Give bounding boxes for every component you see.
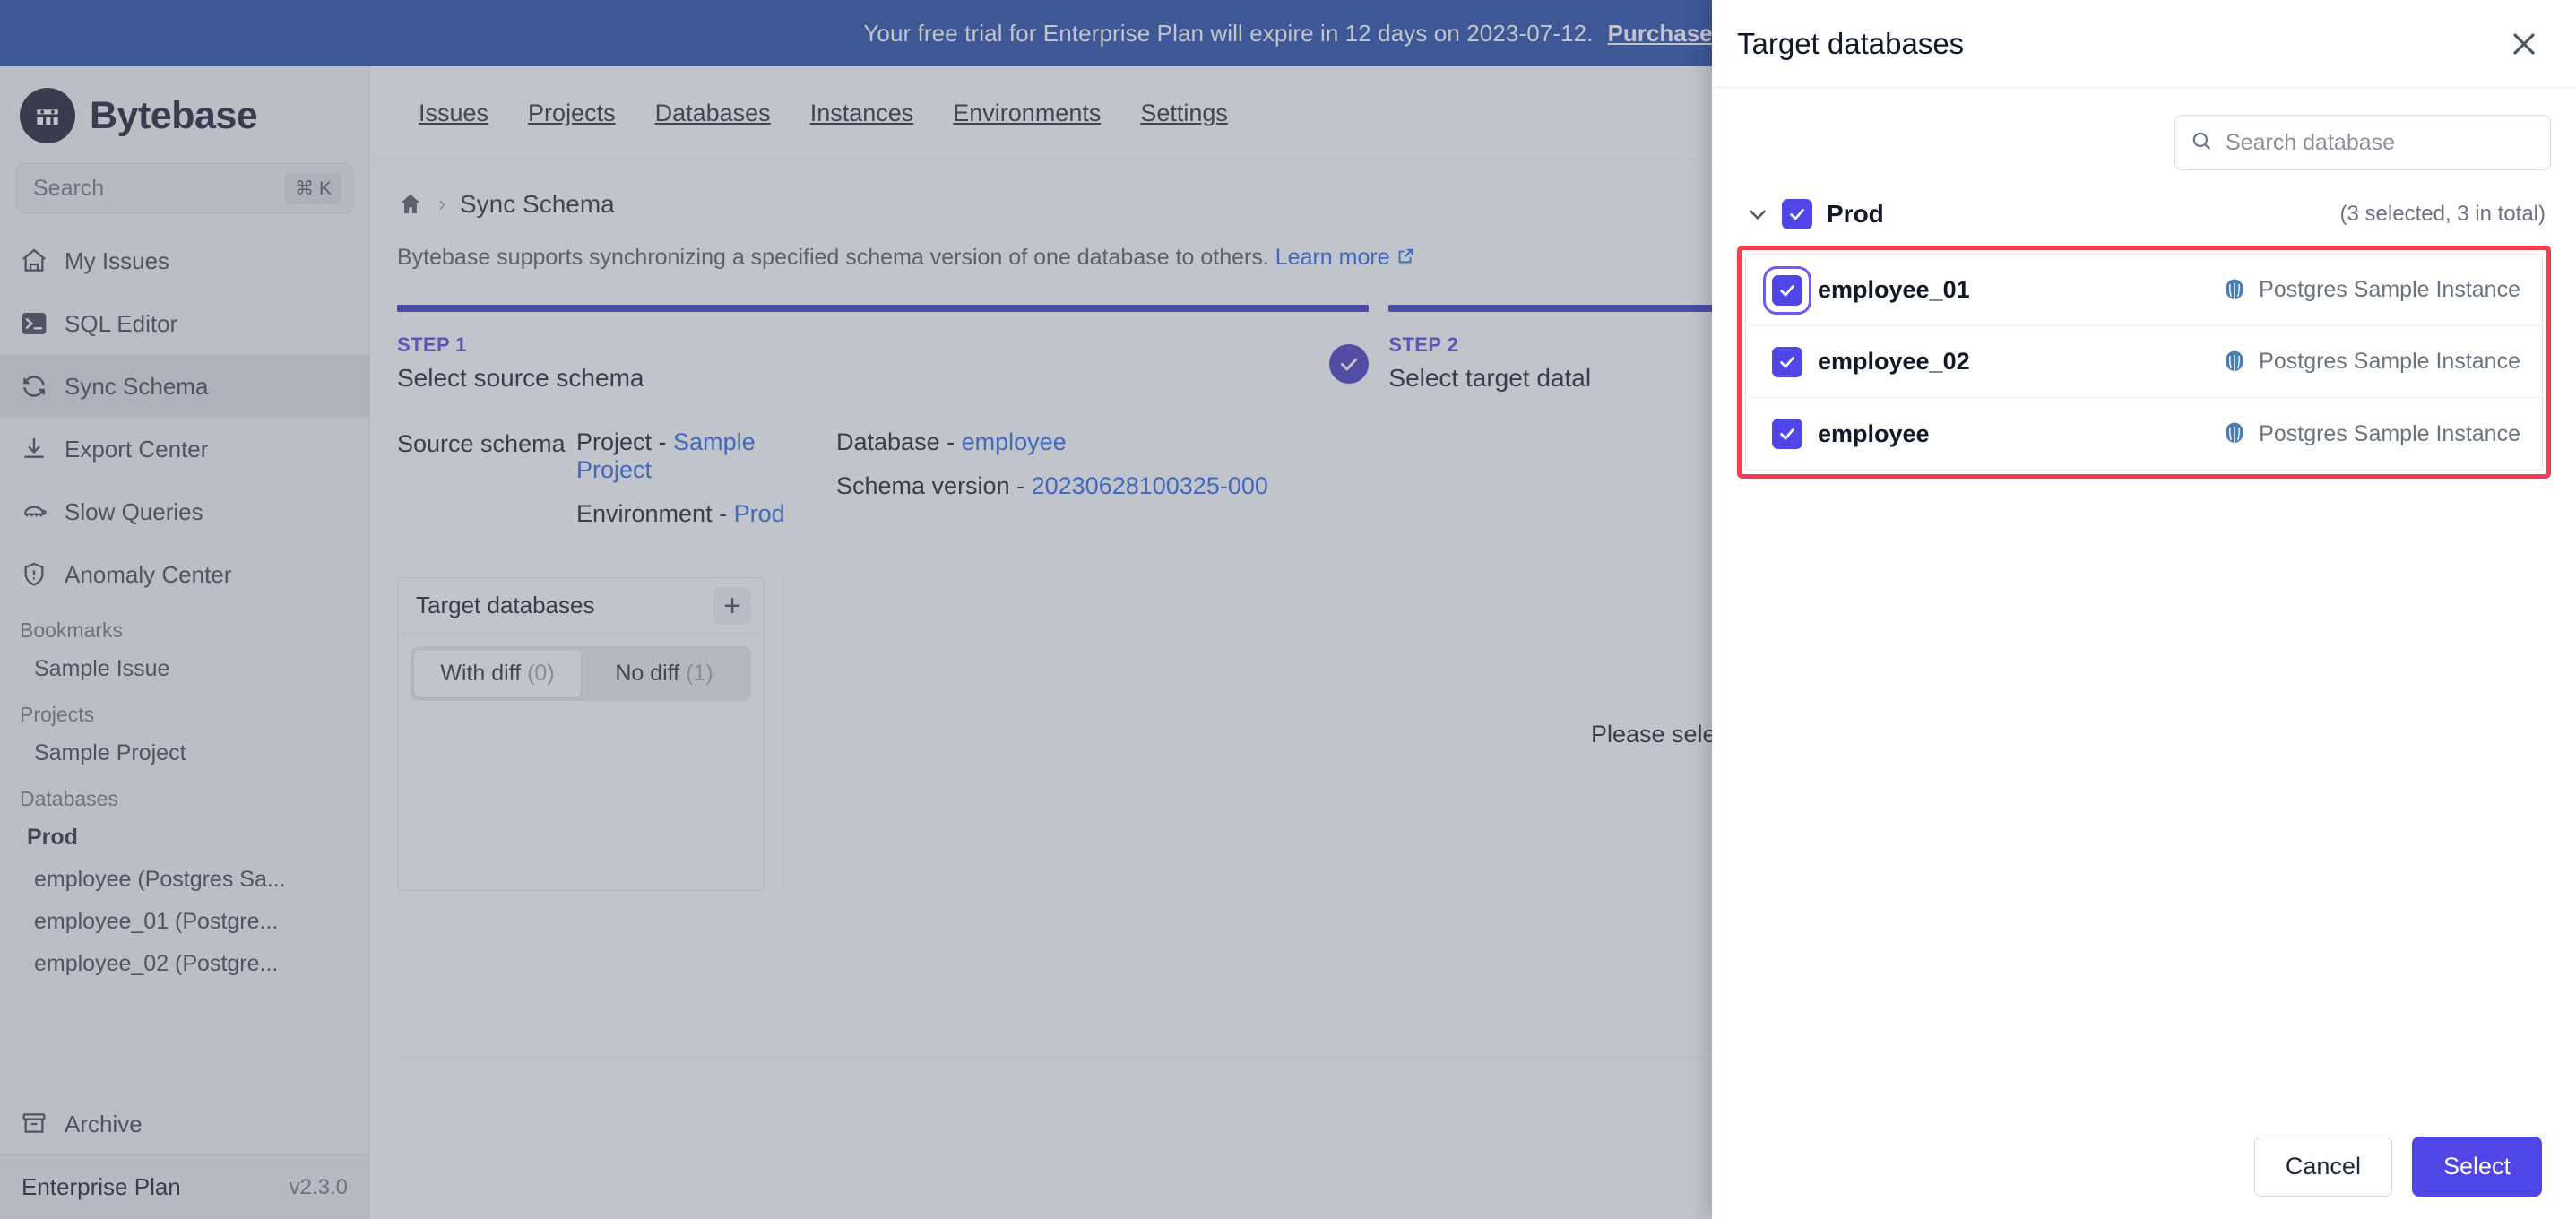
environment-group-row[interactable]: Prod (3 selected, 3 in total) xyxy=(1737,199,2551,229)
database-instance-name: Postgres Sample Instance xyxy=(2259,420,2520,446)
environment-checkbox[interactable] xyxy=(1782,199,1812,229)
table-row[interactable]: employee Postgres Sample Instance xyxy=(1746,398,2542,470)
database-checkbox-wrapper[interactable] xyxy=(1766,412,1809,455)
target-databases-drawer: Target databases Prod (3 selected, 3 in … xyxy=(1712,0,2576,1219)
database-name: employee_01 xyxy=(1818,276,1970,303)
database-checkbox[interactable] xyxy=(1772,274,1802,306)
database-search[interactable] xyxy=(2174,115,2551,170)
database-name: employee_02 xyxy=(1818,348,1970,375)
search-input[interactable] xyxy=(2226,129,2536,156)
database-list-highlight: employee_01 Postgres Sample Instance emp… xyxy=(1737,246,2551,479)
drawer-header: Target databases xyxy=(1712,0,2576,88)
postgres-icon xyxy=(2221,277,2248,304)
drawer-title: Target databases xyxy=(1737,26,1965,60)
cancel-button[interactable]: Cancel xyxy=(2253,1136,2392,1197)
database-checkbox-wrapper[interactable] xyxy=(1766,269,1809,312)
environment-selection-count: (3 selected, 3 in total) xyxy=(2339,202,2546,226)
environment-name: Prod xyxy=(1827,200,1884,228)
postgres-icon xyxy=(2221,420,2248,447)
database-checkbox[interactable] xyxy=(1772,346,1802,377)
drawer-footer: Cancel Select xyxy=(1712,1113,2576,1219)
drawer-body: Prod (3 selected, 3 in total) employee_0… xyxy=(1712,88,2576,1113)
search-icon xyxy=(2190,129,2213,157)
postgres-icon xyxy=(2221,349,2248,376)
database-instance: Postgres Sample Instance xyxy=(2221,349,2520,376)
database-checkbox-wrapper[interactable] xyxy=(1766,341,1809,384)
database-instance-name: Postgres Sample Instance xyxy=(2259,349,2520,374)
database-instance: Postgres Sample Instance xyxy=(2221,277,2520,304)
database-list: employee_01 Postgres Sample Instance emp… xyxy=(1745,254,2543,471)
chevron-down-icon[interactable] xyxy=(1744,201,1771,228)
database-instance: Postgres Sample Instance xyxy=(2221,420,2520,447)
database-name: employee xyxy=(1818,419,1930,447)
table-row[interactable]: employee_01 Postgres Sample Instance xyxy=(1746,255,2542,326)
close-icon[interactable] xyxy=(2506,26,2542,62)
drawer-search-row xyxy=(1737,115,2551,170)
database-instance-name: Postgres Sample Instance xyxy=(2259,277,2520,302)
database-checkbox[interactable] xyxy=(1772,419,1802,449)
table-row[interactable]: employee_02 Postgres Sample Instance xyxy=(1746,326,2542,398)
select-button[interactable]: Select xyxy=(2411,1136,2542,1197)
